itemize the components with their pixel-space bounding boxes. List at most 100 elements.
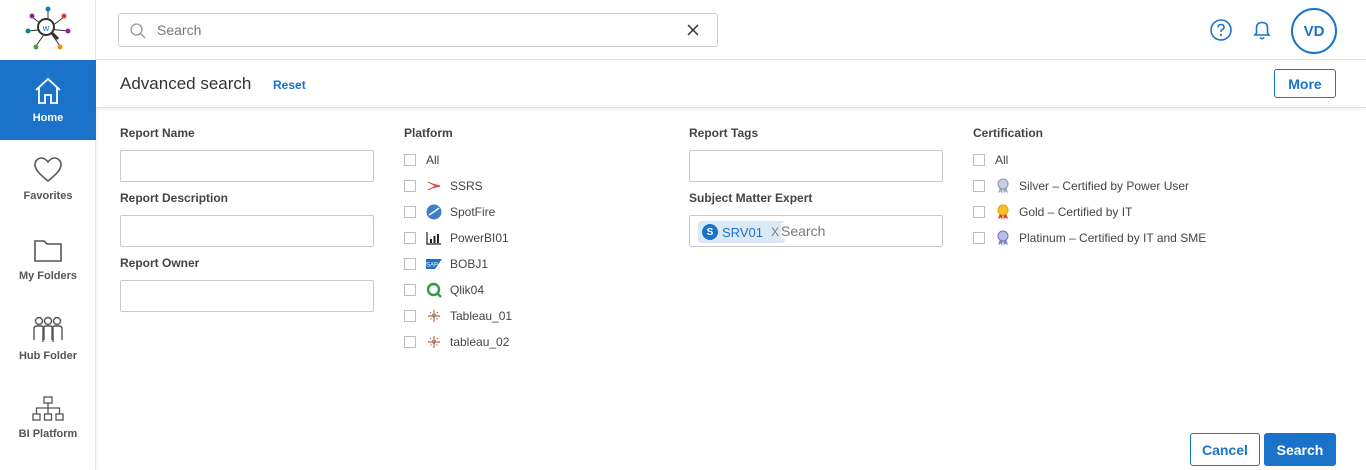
- checkbox[interactable]: [404, 258, 416, 270]
- checkbox[interactable]: [404, 180, 416, 192]
- column-tags: Report Tags Subject Matter Expert S SRV0…: [689, 126, 943, 247]
- option-label: tableau_02: [450, 335, 510, 349]
- global-search[interactable]: [118, 13, 718, 47]
- tableau-icon: [426, 334, 442, 350]
- folder-icon: [34, 240, 62, 262]
- sme-search-input[interactable]: [781, 223, 931, 239]
- sidebar: w Home Favorites My Folders Hub Folder B…: [0, 0, 96, 470]
- option-label: BOBJ1: [450, 257, 489, 271]
- sidebar-item-label: BI Platform: [18, 428, 78, 440]
- sme-chip: S SRV01 X: [698, 221, 785, 243]
- search-button[interactable]: Search: [1264, 433, 1336, 466]
- platinum-badge-icon: [995, 230, 1011, 246]
- option-label: Tableau_01: [450, 309, 513, 323]
- certification-option-platinum[interactable]: Platinum – Certified by IT and SME: [973, 225, 1206, 251]
- platform-option-qlik04[interactable]: Qlik04: [404, 277, 512, 303]
- report-name-label: Report Name: [120, 126, 195, 140]
- checkbox[interactable]: [973, 180, 985, 192]
- column-report-details: Report Name Report Description Report Ow…: [120, 126, 374, 312]
- option-label: All: [426, 153, 440, 167]
- heart-icon: [34, 157, 62, 183]
- certification-option-gold[interactable]: Gold – Certified by IT: [973, 199, 1206, 225]
- certification-option-all[interactable]: All: [973, 147, 1206, 173]
- platform-option-powerbi01[interactable]: PowerBI01: [404, 225, 512, 251]
- advanced-search-header: Advanced search Reset More: [96, 60, 1366, 108]
- powerbi-icon: [426, 230, 442, 246]
- sidebar-item-bi-platform[interactable]: BI Platform: [0, 396, 96, 456]
- option-label: All: [995, 153, 1009, 167]
- checkbox[interactable]: [973, 206, 985, 218]
- checkbox[interactable]: [404, 284, 416, 296]
- option-label: Silver – Certified by Power User: [1019, 179, 1190, 193]
- close-icon[interactable]: [685, 22, 701, 38]
- option-label: Platinum – Certified by IT and SME: [1019, 231, 1207, 245]
- report-name-input[interactable]: [120, 150, 374, 182]
- chip-remove-button[interactable]: X: [771, 225, 779, 239]
- report-owner-input[interactable]: [120, 280, 374, 312]
- checkbox[interactable]: [404, 310, 416, 322]
- top-bar: VD: [96, 0, 1366, 60]
- option-label: Gold – Certified by IT: [1019, 205, 1133, 219]
- certification-label: Certification: [973, 126, 1044, 140]
- checkbox[interactable]: [404, 154, 416, 166]
- sidebar-item-label: Favorites: [23, 190, 73, 202]
- report-tags-label: Report Tags: [689, 126, 759, 140]
- silver-badge-icon: [995, 178, 1011, 194]
- report-description-input[interactable]: [120, 215, 374, 247]
- reset-link[interactable]: Reset: [273, 78, 306, 92]
- search-input[interactable]: [157, 20, 677, 40]
- platform-option-ssrs[interactable]: SSRS: [404, 173, 512, 199]
- sidebar-item-hub-folder[interactable]: Hub Folder: [0, 314, 96, 374]
- report-description-label: Report Description: [120, 191, 229, 205]
- gold-badge-icon: [995, 204, 1011, 220]
- tableau-icon: [426, 308, 442, 324]
- sidebar-item-favorites[interactable]: Favorites: [0, 156, 96, 216]
- platform-option-all[interactable]: All: [404, 147, 512, 173]
- sme-field[interactable]: S SRV01 X: [689, 215, 943, 247]
- sidebar-item-my-folders[interactable]: My Folders: [0, 236, 96, 296]
- checkbox[interactable]: [404, 206, 416, 218]
- sidebar-item-home[interactable]: Home: [0, 60, 96, 140]
- platform-option-spotfire[interactable]: SpotFire: [404, 199, 512, 225]
- platform-label: Platform: [404, 126, 453, 140]
- people-icon: [33, 316, 63, 342]
- app-logo[interactable]: w: [24, 4, 72, 54]
- sidebar-item-label: Hub Folder: [18, 350, 78, 362]
- certification-option-silver[interactable]: Silver – Certified by Power User: [973, 173, 1206, 199]
- option-label: SpotFire: [450, 205, 496, 219]
- option-label: Qlik04: [450, 283, 485, 297]
- option-label: PowerBI01: [450, 231, 509, 245]
- bell-icon[interactable]: [1250, 18, 1274, 42]
- qlik-icon: [426, 282, 442, 298]
- svg-text:SAP: SAP: [426, 263, 438, 269]
- sidebar-item-label: My Folders: [18, 270, 78, 282]
- checkbox[interactable]: [404, 232, 416, 244]
- svg-text:w: w: [42, 23, 50, 33]
- column-platform: Platform All SSRS SpotFire PowerBI01 SAP…: [404, 126, 512, 355]
- home-icon: [35, 77, 61, 104]
- sidebar-item-label: Home: [32, 112, 64, 124]
- platform-option-tableau-02[interactable]: tableau_02: [404, 329, 512, 355]
- column-certification: Certification All Silver – Certified by …: [973, 126, 1206, 251]
- checkbox[interactable]: [973, 154, 985, 166]
- spotfire-icon: [426, 204, 442, 220]
- report-owner-label: Report Owner: [120, 256, 200, 270]
- help-icon[interactable]: [1209, 18, 1233, 42]
- hierarchy-icon: [32, 396, 64, 421]
- platform-option-tableau-01[interactable]: Tableau_01: [404, 303, 512, 329]
- chip-label: SRV01: [722, 224, 763, 240]
- checkbox[interactable]: [973, 232, 985, 244]
- page-title: Advanced search: [120, 74, 252, 93]
- cancel-button[interactable]: Cancel: [1190, 433, 1260, 466]
- option-label: SSRS: [450, 179, 483, 193]
- user-initial-icon: S: [702, 224, 718, 240]
- sme-label: Subject Matter Expert: [689, 191, 813, 205]
- platform-option-bobj1[interactable]: SAP BOBJ1: [404, 251, 512, 277]
- checkbox[interactable]: [404, 336, 416, 348]
- avatar[interactable]: VD: [1291, 8, 1337, 54]
- sap-icon: SAP: [426, 256, 442, 272]
- more-button[interactable]: More: [1274, 69, 1336, 98]
- report-tags-input[interactable]: [689, 150, 943, 182]
- ssrs-icon: [426, 178, 442, 194]
- search-icon: [130, 23, 146, 39]
